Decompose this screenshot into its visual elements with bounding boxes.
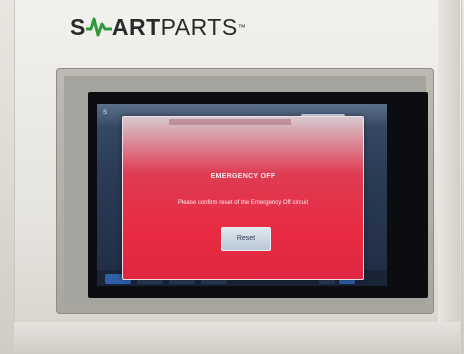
logo-trademark: ™ xyxy=(237,22,247,32)
dialog-message: Please confirm reset of the Emergency Of… xyxy=(177,200,309,206)
kiosk-ledge xyxy=(14,322,460,354)
emergency-off-dialog: EMERGENCY OFF Please confirm reset of th… xyxy=(122,116,364,280)
logo-text-bold: ART xyxy=(111,13,161,40)
logo-text-light: PARTS xyxy=(160,13,238,40)
dialog-header xyxy=(169,119,291,125)
pulse-line-icon xyxy=(85,17,112,37)
reset-button[interactable]: Reset xyxy=(221,227,271,251)
dialog-title: EMERGENCY OFF xyxy=(210,173,276,180)
logo-text-s: S xyxy=(70,13,86,40)
kiosk-side-pillar xyxy=(438,0,460,354)
hmi-top-tab[interactable]: S xyxy=(103,110,107,116)
brand-logo: S ART PARTS ™ xyxy=(70,10,246,44)
